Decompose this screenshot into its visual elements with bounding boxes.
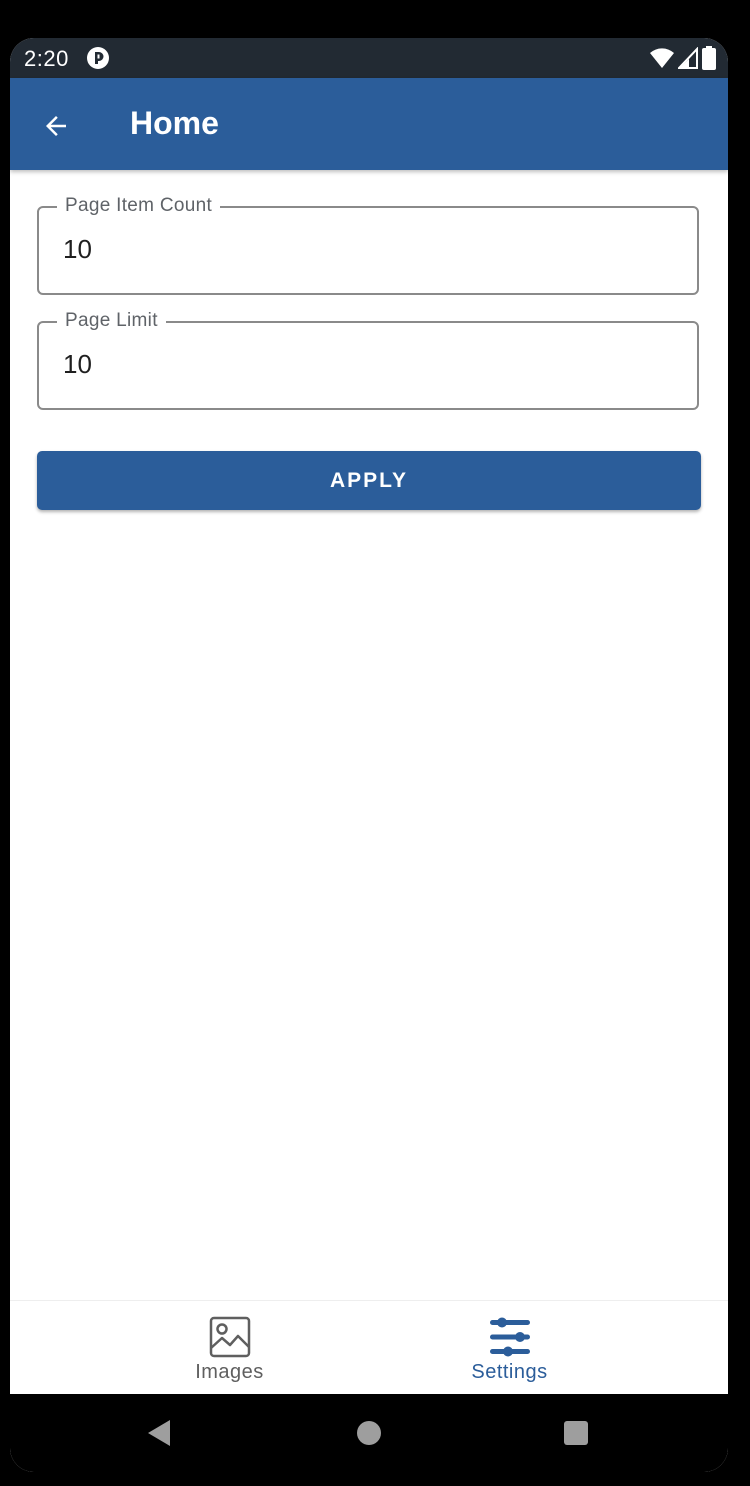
bottom-navigation: Images Settings xyxy=(10,1300,728,1394)
cellular-signal-icon xyxy=(678,47,698,69)
triangle-back-icon xyxy=(148,1420,170,1446)
settings-form: Page Item Count Page Limit APPLY xyxy=(10,170,728,1300)
circle-home-icon xyxy=(357,1421,381,1445)
status-icons xyxy=(650,46,716,70)
page-item-count-label: Page Item Count xyxy=(57,194,221,218)
apply-button[interactable]: APPLY xyxy=(37,451,701,510)
nav-item-settings[interactable]: Settings xyxy=(330,1301,689,1395)
nav-label-settings: Settings xyxy=(471,1361,548,1383)
page-limit-label: Page Limit xyxy=(57,309,166,333)
status-time: 2:20 xyxy=(24,46,69,71)
status-bar: 2:20 xyxy=(10,38,728,78)
phone-screen: 2:20 Home Page Item Count 10 Page Limit … xyxy=(10,38,728,1472)
back-button[interactable] xyxy=(34,104,78,148)
image-icon xyxy=(209,1316,251,1358)
wifi-icon xyxy=(650,48,674,68)
arrow-back-icon xyxy=(46,116,66,136)
app-bar: Home xyxy=(10,78,728,170)
page-item-count-field[interactable]: Page Item Count xyxy=(37,194,699,295)
page-limit-input[interactable] xyxy=(63,349,663,380)
page-item-count-input[interactable] xyxy=(63,234,663,265)
sliders-icon xyxy=(490,1317,530,1357)
system-back-button[interactable] xyxy=(142,1416,176,1450)
system-home-button[interactable] xyxy=(352,1416,386,1450)
page-title: Home xyxy=(130,105,219,141)
system-navigation-bar xyxy=(10,1394,728,1472)
page-limit-field[interactable]: Page Limit xyxy=(37,309,699,410)
square-recents-icon xyxy=(564,1421,588,1445)
app-notification-icon xyxy=(87,47,109,69)
battery-icon xyxy=(702,46,716,70)
system-recents-button[interactable] xyxy=(559,1416,593,1450)
